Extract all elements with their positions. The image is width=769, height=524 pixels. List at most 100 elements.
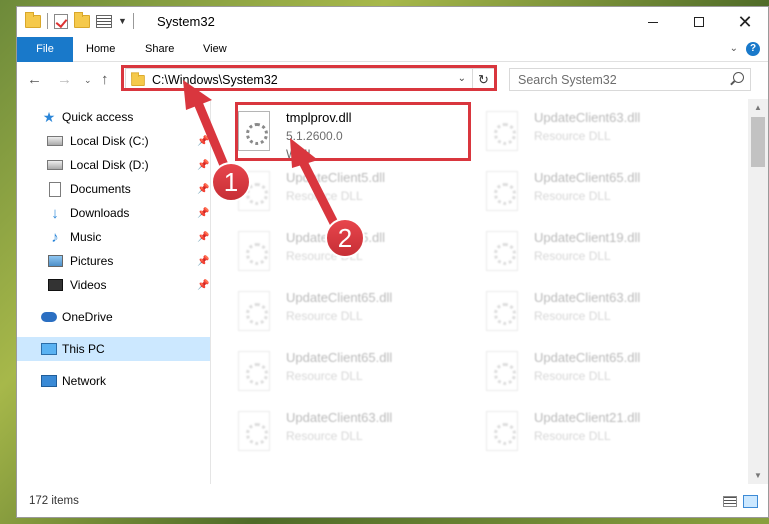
vertical-scrollbar[interactable]: ▲ ▼ bbox=[748, 99, 768, 484]
pin-icon[interactable]: 📌 bbox=[197, 136, 209, 147]
file-description: Resource DLL bbox=[286, 249, 363, 263]
file-item[interactable]: UpdateClient19.dll Resource DLL bbox=[460, 223, 700, 279]
window-title: System32 bbox=[157, 14, 215, 29]
nav-item-local-disk-c[interactable]: Local Disk (C:) 📌 bbox=[17, 129, 210, 153]
minimize-icon bbox=[648, 21, 658, 23]
tiles-view-icon[interactable] bbox=[743, 495, 758, 508]
file-item[interactable]: UpdateClient65.dll Resource DLL bbox=[212, 343, 452, 399]
toolbar-divider bbox=[132, 13, 134, 29]
file-item[interactable]: UpdateClient63.dll Resource DLL bbox=[212, 403, 452, 459]
nav-item-onedrive[interactable]: OneDrive bbox=[17, 305, 210, 329]
this-pc-icon bbox=[41, 341, 57, 357]
folder-icon[interactable] bbox=[25, 11, 41, 28]
properties-list-icon[interactable] bbox=[96, 14, 112, 28]
nav-item-label: Videos bbox=[70, 278, 107, 292]
downloads-icon: ↓ bbox=[51, 204, 59, 222]
expand-ribbon-icon[interactable]: ⌄ bbox=[730, 43, 738, 54]
nav-item-this-pc[interactable]: This PC bbox=[17, 337, 210, 361]
nav-item-music[interactable]: ♪ Music 📌 bbox=[17, 225, 210, 249]
file-description: Resource DLL bbox=[534, 129, 611, 143]
scroll-up-icon[interactable]: ▲ bbox=[754, 103, 762, 112]
dll-file-icon bbox=[486, 351, 518, 391]
file-item[interactable]: UpdateClient63.dll Resource DLL bbox=[460, 283, 700, 339]
file-name: UpdateClient63.dll bbox=[534, 290, 641, 305]
recent-locations-icon[interactable]: ⌄ bbox=[84, 75, 92, 86]
onedrive-icon bbox=[41, 309, 57, 325]
close-button[interactable]: ✕ bbox=[722, 7, 768, 37]
videos-icon bbox=[47, 277, 63, 293]
network-icon bbox=[41, 373, 57, 389]
file-name: UpdateClient65.dll bbox=[534, 350, 641, 365]
file-item[interactable]: UpdateClient65.dll Resource DLL bbox=[460, 343, 700, 399]
nav-item-pictures[interactable]: Pictures 📌 bbox=[17, 249, 210, 273]
search-icon[interactable] bbox=[733, 72, 744, 83]
pin-icon[interactable]: 📌 bbox=[197, 256, 209, 267]
dll-file-icon bbox=[238, 171, 270, 211]
disk-icon bbox=[47, 133, 63, 149]
pin-icon[interactable]: 📌 bbox=[197, 160, 209, 171]
file-item[interactable]: UpdateClient21.dll Resource DLL bbox=[460, 403, 700, 459]
file-name: UpdateClient63.dll bbox=[534, 110, 641, 125]
customize-dropdown-icon[interactable]: ▼ bbox=[118, 16, 127, 26]
new-folder-icon[interactable] bbox=[74, 11, 90, 28]
toolbar-divider bbox=[47, 13, 48, 29]
file-item[interactable]: UpdateClient5.dll Resource DLL bbox=[212, 163, 452, 219]
status-bar: 172 items bbox=[17, 484, 768, 517]
documents-icon bbox=[47, 181, 63, 197]
nav-item-label: OneDrive bbox=[62, 310, 113, 324]
file-description: Resource DLL bbox=[286, 189, 363, 203]
search-box[interactable]: Search System32 bbox=[509, 68, 751, 91]
dll-file-icon bbox=[238, 291, 270, 331]
details-view-icon[interactable] bbox=[723, 496, 737, 507]
pictures-icon bbox=[47, 253, 63, 269]
tab-share[interactable]: Share bbox=[132, 37, 187, 62]
file-item[interactable]: UpdateClient65.dll Resource DLL bbox=[212, 283, 452, 339]
dll-file-icon bbox=[238, 411, 270, 451]
nav-item-network[interactable]: Network bbox=[17, 369, 210, 393]
maximize-icon bbox=[694, 17, 704, 27]
file-item[interactable]: UpdateClient63.dll Resource DLL bbox=[460, 103, 700, 159]
nav-item-label: This PC bbox=[62, 342, 105, 356]
pin-icon[interactable]: 📌 bbox=[197, 280, 209, 291]
file-description: Resource DLL bbox=[286, 309, 363, 323]
tab-view[interactable]: View bbox=[190, 37, 240, 62]
scroll-down-icon[interactable]: ▼ bbox=[754, 471, 762, 480]
tab-home[interactable]: Home bbox=[73, 37, 128, 62]
nav-item-videos[interactable]: Videos 📌 bbox=[17, 273, 210, 297]
quick-access-toolbar: ▼ bbox=[25, 11, 134, 29]
nav-item-label: Local Disk (D:) bbox=[70, 158, 149, 172]
nav-item-downloads[interactable]: ↓ Downloads 📌 bbox=[17, 201, 210, 225]
back-button[interactable]: ← bbox=[27, 71, 42, 88]
pin-icon[interactable]: 📌 bbox=[197, 208, 209, 219]
file-item[interactable]: UpdateClient5.dll Resource DLL bbox=[212, 223, 452, 279]
search-input[interactable]: Search System32 bbox=[518, 73, 617, 87]
nav-item-documents[interactable]: Documents 📌 bbox=[17, 177, 210, 201]
scrollbar-thumb[interactable] bbox=[751, 117, 765, 167]
pin-icon[interactable]: 📌 bbox=[197, 232, 209, 243]
file-highlight-box bbox=[235, 102, 471, 161]
address-highlight-box bbox=[121, 65, 497, 91]
pin-icon[interactable]: 📌 bbox=[197, 184, 209, 195]
file-name: UpdateClient19.dll bbox=[534, 230, 641, 245]
file-description: Resource DLL bbox=[286, 369, 363, 383]
nav-item-label: Documents bbox=[70, 182, 131, 196]
title-bar: ▼ System32 ✕ bbox=[17, 7, 768, 37]
properties-check-icon[interactable] bbox=[54, 13, 68, 29]
file-description: Resource DLL bbox=[534, 429, 611, 443]
maximize-button[interactable] bbox=[676, 7, 722, 37]
minimize-button[interactable] bbox=[630, 7, 676, 37]
file-item[interactable]: UpdateClient65.dll Resource DLL bbox=[460, 163, 700, 219]
help-icon[interactable]: ? bbox=[746, 42, 760, 56]
nav-item-label: Downloads bbox=[70, 206, 130, 220]
close-icon: ✕ bbox=[737, 12, 753, 32]
file-description: Resource DLL bbox=[534, 309, 611, 323]
file-description: Resource DLL bbox=[534, 369, 611, 383]
up-button[interactable]: ↑ bbox=[101, 71, 109, 88]
nav-item-quick-access[interactable]: ★ Quick access bbox=[17, 105, 210, 129]
ribbon: File Home Share View ⌄ ? bbox=[17, 37, 768, 62]
tab-file[interactable]: File bbox=[17, 37, 73, 62]
star-icon: ★ bbox=[42, 108, 56, 125]
dll-file-icon bbox=[486, 171, 518, 211]
nav-item-local-disk-d[interactable]: Local Disk (D:) 📌 bbox=[17, 153, 210, 177]
forward-button[interactable]: → bbox=[57, 71, 72, 88]
